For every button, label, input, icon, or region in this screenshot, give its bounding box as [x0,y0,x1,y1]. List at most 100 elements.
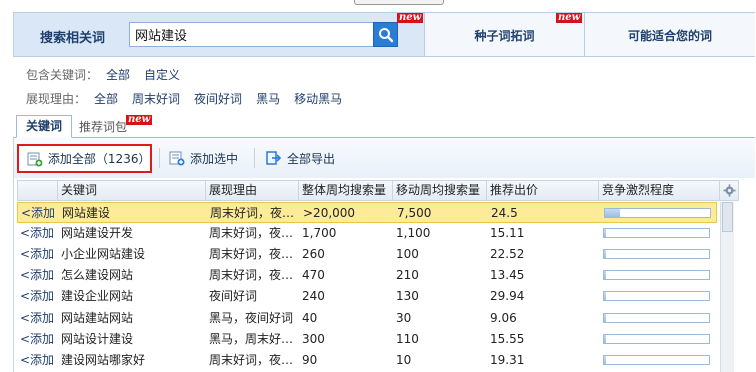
keyword-cell: 网站建设开发 [61,226,134,241]
competition-bar [603,354,710,365]
bid-cell: 24.5 [491,206,518,220]
tab-suitable-words[interactable]: 可能适合您的词 [585,13,755,56]
total-volume-cell: 90 [302,352,318,367]
competition-bar-fill [604,250,606,259]
table-header: 关键词 展现理由 整体周均搜索量 移动周均搜索量 推荐出价 竞争激烈程度 [17,180,739,201]
filter-reason-row: 展现理由： 全部 周末好词 夜间好词 黑马 移动黑马 [26,90,356,106]
section-tabs: 关键词 推荐词包 new [13,115,755,138]
mobile-volume-cell: 1,100 [396,226,431,241]
toolbar-divider [159,148,160,168]
column-header-reason[interactable]: 展现理由 [206,181,299,200]
filter-reason-darkhorse[interactable]: 黑马 [256,90,280,107]
total-volume-cell: 240 [302,289,325,304]
total-volume-cell: 470 [302,268,325,283]
column-header-action [18,181,58,200]
gear-icon [722,184,736,197]
keyword-cell: 建设企业网站 [61,289,134,304]
table-row[interactable]: <添加 建设网站哪家好 周末好词，夜… 90 10 19.31 [17,350,717,371]
vertical-scrollbar[interactable] [720,202,734,372]
tab-keywords[interactable]: 关键词 [16,115,72,138]
mobile-volume-cell: 7,500 [397,206,432,220]
competition-bar [603,270,710,281]
window-tab-stub [354,0,444,5]
table-row[interactable]: <添加 小企业网站建设 周末好词，夜… 260 100 22.52 [17,244,717,265]
add-selected-button[interactable]: 添加选中 [169,147,238,169]
export-all-button[interactable]: 全部导出 [266,147,335,169]
column-header-competition[interactable]: 竞争激烈程度 [599,181,720,200]
scrollbar-thumb[interactable] [722,202,733,232]
competition-bar [603,291,710,302]
mobile-volume-cell: 210 [396,268,419,283]
competition-bar-fill [604,355,606,364]
reason-cell: 夜间好词 [209,289,258,304]
keyword-cell: 网站建站网站 [61,310,134,325]
keyword-cell: 小企业网站建设 [61,247,146,262]
reason-cell: 周末好词，夜… [209,268,294,283]
reason-cell: 周末好词，夜… [210,206,295,220]
keyword-cell: 建设网站哪家好 [61,352,146,367]
keyword-cell: 网站设计建设 [61,331,134,346]
add-link[interactable]: <添加 [20,244,54,265]
tab-suitable-label: 可能适合您的词 [627,29,712,43]
table-row[interactable]: <添加 网站建设开发 周末好词，夜… 1,700 1,100 15.11 [17,223,717,244]
tab-recommended[interactable]: 推荐词包 [75,118,131,137]
column-header-total[interactable]: 整体周均搜索量 [299,181,393,200]
total-volume-cell: 1,700 [302,226,337,241]
search-icon [378,27,393,42]
toolbar: 添加全部（1236） 添加选中 全部导出 [13,138,755,178]
column-header-bid[interactable]: 推荐出价 [487,181,599,200]
new-badge: new [397,12,424,23]
add-all-button[interactable]: 添加全部（1236） [17,144,152,173]
reason-cell: 周末好词，夜… [209,247,294,262]
mobile-volume-cell: 110 [396,331,419,346]
table-row[interactable]: <添加 网站建设 周末好词，夜… >20,000 7,500 24.5 [17,202,717,223]
bid-cell: 19.31 [490,352,525,367]
add-link[interactable]: <添加 [20,223,54,244]
competition-bar-fill [604,334,606,343]
bid-cell: 15.11 [490,226,525,241]
add-link[interactable]: <添加 [20,329,54,350]
total-volume-cell: 40 [302,310,318,325]
add-link[interactable]: <添加 [21,203,55,224]
add-all-label: 添加全部（1236） [47,152,151,166]
bid-cell: 13.45 [490,268,525,283]
filter-reason-weekend[interactable]: 周末好词 [132,90,180,107]
add-link[interactable]: <添加 [20,286,54,307]
table-row[interactable]: <添加 网站设计建设 黑马，周末好… 300 110 15.55 [17,329,717,350]
reason-cell: 黑马，夜间好词 [209,310,294,325]
filter-reason-night[interactable]: 夜间好词 [194,90,242,107]
tab-search-related[interactable]: 搜索相关词 new [14,13,425,56]
filter-contain-custom[interactable]: 自定义 [144,66,180,83]
competition-bar-fill [604,292,606,301]
keyword-cell: 怎么建设网站 [61,268,134,283]
new-badge: new [126,114,153,125]
new-badge: new [556,12,583,23]
table-row[interactable]: <添加 网站建站网站 黑马，夜间好词 40 30 9.06 [17,308,717,329]
competition-bar-fill [605,209,620,217]
search-input[interactable] [129,22,374,47]
table-row[interactable]: <添加 怎么建设网站 周末好词，夜… 470 210 13.45 [17,265,717,286]
add-selected-label: 添加选中 [190,151,239,166]
total-volume-cell: 260 [302,247,325,262]
competition-bar-fill [604,271,606,280]
column-settings-button[interactable] [720,181,738,200]
reason-cell: 周末好词，夜… [209,352,294,367]
table-row[interactable]: <添加 建设企业网站 夜间好词 240 130 29.94 [17,286,717,307]
add-link[interactable]: <添加 [20,350,54,371]
competition-bar [603,228,710,239]
mobile-volume-cell: 130 [396,289,419,304]
reason-cell: 周末好词，夜… [209,226,294,241]
filter-contain-all[interactable]: 全部 [106,66,130,83]
filter-contain-label: 包含关键词： [26,67,99,82]
column-header-keyword[interactable]: 关键词 [58,181,206,200]
tab-seed-expand[interactable]: 种子词拓词 new [425,13,585,56]
filter-reason-mobile-darkhorse[interactable]: 移动黑马 [294,90,342,107]
add-link[interactable]: <添加 [20,265,54,286]
search-button[interactable] [373,22,398,47]
mobile-volume-cell: 10 [396,352,412,367]
export-all-label: 全部导出 [287,151,336,166]
column-header-mobile[interactable]: 移动周均搜索量 [393,181,487,200]
filter-reason-all[interactable]: 全部 [94,90,118,107]
bid-cell: 22.52 [490,247,525,262]
add-link[interactable]: <添加 [20,308,54,329]
